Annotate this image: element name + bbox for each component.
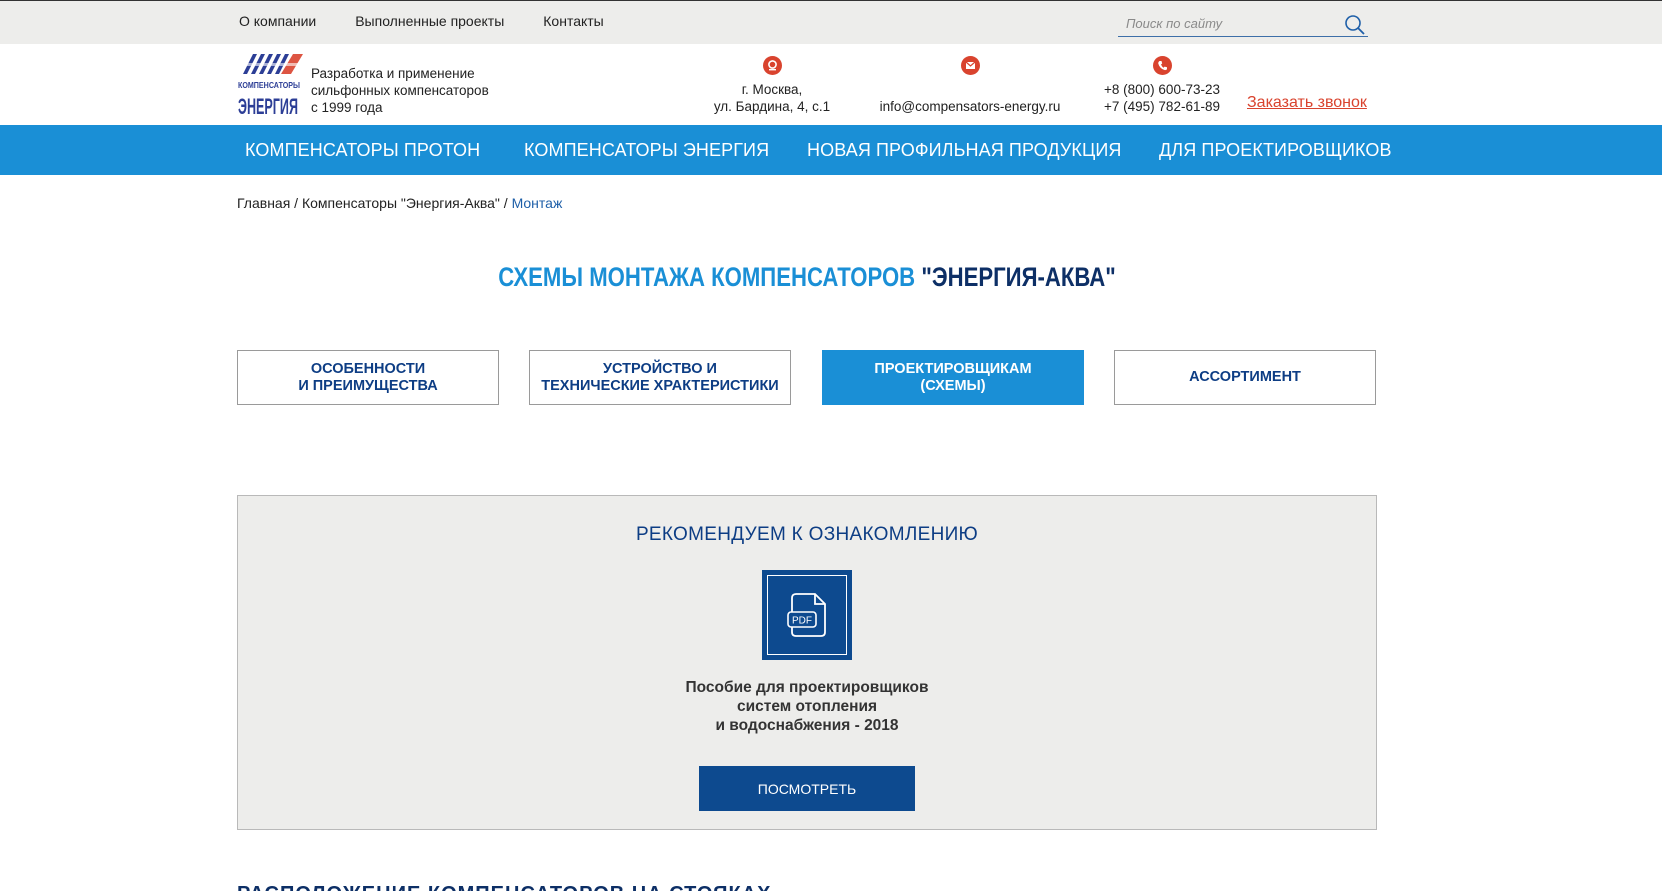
address-line: г. Москва, bbox=[741, 82, 803, 97]
page-title-accent: "ЭНЕРГИЯ-АКВА" bbox=[921, 262, 1116, 292]
address-block: г. Москва, ул. Бардина, 4, с.1 bbox=[702, 56, 842, 115]
nav-item-energy[interactable]: КОМПЕНСАТОРЫ ЭНЕРГИЯ bbox=[524, 140, 769, 161]
top-navigation: О компании Выполненные проекты Контакты bbox=[239, 13, 643, 29]
company-logo[interactable]: КОМПЕНСАТОРЫ ЭНЕРГИЯ bbox=[237, 52, 307, 120]
tab-label: (СХЕМЫ) bbox=[920, 377, 986, 394]
topnav-about[interactable]: О компании bbox=[239, 13, 316, 29]
view-document-button[interactable]: ПОСМОТРЕТЬ bbox=[699, 766, 915, 811]
logo-text-bottom: ЭНЕРГИЯ bbox=[238, 94, 298, 119]
document-title-line: Пособие для проектировщиков bbox=[685, 679, 929, 696]
nav-item-designers[interactable]: ДЛЯ ПРОЕКТИРОВЩИКОВ bbox=[1159, 140, 1392, 161]
tab-label: ТЕХНИЧЕСКИЕ ХРАКТЕРИСТИКИ bbox=[541, 377, 779, 394]
breadcrumb: Главная / Компенсаторы "Энергия-Аква" / … bbox=[237, 195, 562, 211]
breadcrumb-separator: / bbox=[290, 195, 302, 211]
pdf-document-tile[interactable]: PDF bbox=[762, 570, 852, 660]
callback-link[interactable]: Заказать звонок bbox=[1247, 94, 1367, 112]
logo-text-top: КОМПЕНСАТОРЫ bbox=[238, 80, 300, 90]
tab-features[interactable]: ОСОБЕННОСТИ И ПРЕИМУЩЕСТВА bbox=[237, 350, 499, 405]
tab-specifications[interactable]: УСТРОЙСТВО И ТЕХНИЧЕСКИЕ ХРАКТЕРИСТИКИ bbox=[529, 350, 791, 405]
tagline-line: Разработка и применение bbox=[311, 66, 475, 81]
phone-icon bbox=[1152, 56, 1172, 75]
tab-label: ПРОЕКТИРОВЩИКАМ bbox=[874, 360, 1032, 377]
phone-number[interactable]: +8 (800) 600-73-23 bbox=[1092, 81, 1232, 98]
breadcrumb-home[interactable]: Главная bbox=[237, 195, 290, 211]
topnav-projects[interactable]: Выполненные проекты bbox=[355, 13, 504, 29]
document-title: Пособие для проектировщиков систем отопл… bbox=[238, 678, 1376, 735]
email-block: info@compensators-energy.ru bbox=[870, 56, 1070, 115]
breadcrumb-separator: / bbox=[499, 195, 512, 211]
location-icon bbox=[762, 56, 782, 75]
tab-label: АССОРТИМЕНТ bbox=[1189, 369, 1301, 385]
main-navigation: КОМПЕНСАТОРЫ ПРОТОН КОМПЕНСАТОРЫ ЭНЕРГИЯ… bbox=[0, 125, 1662, 175]
pdf-file-icon: PDF bbox=[787, 593, 826, 637]
document-title-line: систем отопления bbox=[736, 698, 878, 715]
email-link[interactable]: info@compensators-energy.ru bbox=[870, 98, 1070, 115]
recommend-panel: РЕКОМЕНДУЕМ К ОЗНАКОМЛЕНИЮ PDF Пособие д… bbox=[237, 495, 1377, 830]
phone-number[interactable]: +7 (495) 782-61-89 bbox=[1092, 98, 1232, 115]
page-title-main: СХЕМЫ МОНТАЖА КОМПЕНСАТОРОВ bbox=[498, 262, 916, 292]
breadcrumb-section[interactable]: Компенсаторы "Энергия-Аква" bbox=[302, 195, 500, 211]
company-tagline: Разработка и применение сильфонных компе… bbox=[311, 65, 511, 116]
tab-label: И ПРЕИМУЩЕСТВА bbox=[298, 377, 438, 394]
tab-label: УСТРОЙСТВО И bbox=[603, 360, 717, 377]
mail-icon bbox=[960, 56, 980, 75]
top-bar: О компании Выполненные проекты Контакты bbox=[0, 0, 1662, 44]
tab-label: ОСОБЕННОСТИ bbox=[310, 360, 426, 377]
address-line: ул. Бардина, 4, с.1 bbox=[713, 99, 831, 114]
tagline-line: с 1999 года bbox=[311, 100, 383, 115]
search-input[interactable] bbox=[1118, 11, 1328, 35]
document-title-line: и водоснабжения - 2018 bbox=[715, 717, 899, 734]
tab-assortment[interactable]: АССОРТИМЕНТ bbox=[1114, 350, 1376, 405]
breadcrumb-current: Монтаж bbox=[511, 195, 563, 211]
nav-item-proton[interactable]: КОМПЕНСАТОРЫ ПРОТОН bbox=[245, 140, 480, 161]
section-heading-risers: РАСПОЛОЖЕНИЕ КОМПЕНСАТОРОВ НА СТОЯКАХ bbox=[237, 883, 772, 891]
tab-designers-schemes[interactable]: ПРОЕКТИРОВЩИКАМ (СХЕМЫ) bbox=[822, 350, 1084, 405]
page-title: СХЕМЫ МОНТАЖА КОМПЕНСАТОРОВ "ЭНЕРГИЯ-АКВ… bbox=[145, 262, 1468, 293]
search-icon[interactable] bbox=[1344, 14, 1366, 36]
tagline-line: сильфонных компенсаторов bbox=[311, 83, 489, 98]
topnav-contacts[interactable]: Контакты bbox=[543, 13, 603, 29]
recommend-title: РЕКОМЕНДУЕМ К ОЗНАКОМЛЕНИЮ bbox=[635, 524, 979, 545]
pdf-file-label: PDF bbox=[792, 616, 812, 627]
phone-block: +8 (800) 600-73-23 +7 (495) 782-61-89 bbox=[1092, 56, 1232, 115]
nav-item-new-products[interactable]: НОВАЯ ПРОФИЛЬНАЯ ПРОДУКЦИЯ bbox=[807, 140, 1122, 161]
search-box bbox=[1118, 11, 1368, 37]
